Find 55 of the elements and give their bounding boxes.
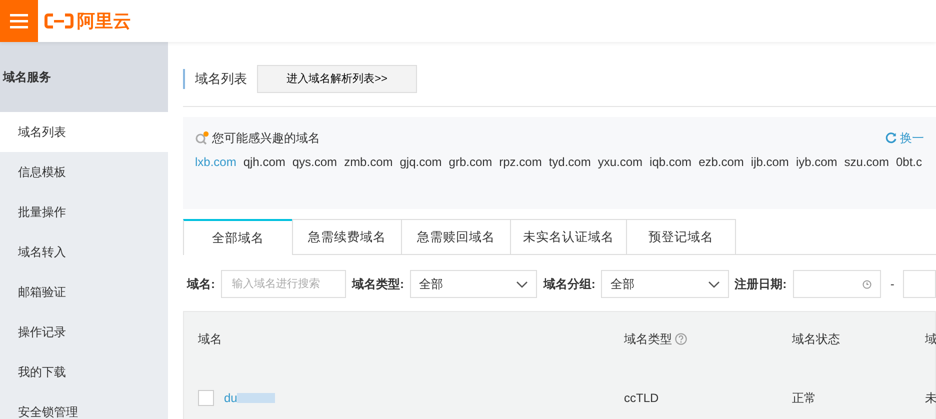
clock-icon — [862, 279, 872, 289]
sidebar-item[interactable]: 域名转入 — [0, 232, 168, 272]
sidebar-item[interactable]: 安全锁管理 — [0, 392, 168, 419]
filter-label: 注册日期: — [734, 276, 787, 293]
chevron-down-icon — [516, 280, 528, 288]
filter-label: 域名: — [187, 276, 215, 293]
date-field[interactable] — [792, 270, 882, 298]
date-separator: - — [890, 276, 894, 293]
blurred-text — [237, 393, 276, 403]
domain-link[interactable]: rpz.com — [499, 153, 542, 171]
chevron-down-icon — [708, 280, 720, 288]
domain-link[interactable]: iyb.com — [796, 153, 838, 171]
domain-link[interactable]: zmb.com — [344, 153, 393, 171]
menu-button[interactable] — [0, 0, 38, 42]
domain-link[interactable]: qjh.com — [243, 153, 286, 171]
sidebar-item[interactable]: 域名列表 — [0, 112, 168, 152]
table-cell-text: 正常 — [792, 390, 816, 407]
tab[interactable]: 全部域名 — [183, 219, 293, 255]
logo-icon — [44, 13, 74, 29]
domain-link[interactable]: szu.com — [844, 153, 889, 171]
refresh-icon — [885, 132, 897, 144]
domain-link[interactable]: qys.com — [292, 153, 338, 171]
menu-icon — [10, 13, 28, 29]
domain-link[interactable]: ezb.com — [698, 153, 744, 171]
logo-text: 阿里云 — [77, 10, 131, 32]
resolve-list-button[interactable]: 进入域名解析列表>> — [257, 65, 417, 93]
sidebar-item[interactable]: 信息模板 — [0, 152, 168, 192]
domain-search-field[interactable]: 输入域名进行搜索 — [221, 270, 346, 298]
domain-link[interactable]: yxu.com — [598, 153, 643, 171]
checkbox[interactable] — [198, 390, 214, 406]
select-field[interactable]: 全部 — [601, 270, 729, 298]
suggestion-title: 您可能感兴趣的域名 — [212, 130, 320, 147]
domain-link[interactable]: 0bt.c — [896, 153, 922, 171]
column-header: 域名 — [198, 331, 222, 348]
page-title: 域名列表 — [183, 69, 247, 89]
column-header: 域名类型 — [624, 331, 672, 348]
column-header: 域名状态 — [792, 331, 840, 348]
sidebar-item[interactable]: 操作记录 — [0, 312, 168, 352]
table-cell-text: ccTLD — [624, 390, 659, 407]
select-field[interactable]: 全部 — [410, 270, 538, 298]
sidebar-item[interactable]: 我的下载 — [0, 352, 168, 392]
search-icon — [195, 131, 209, 145]
domain-link[interactable]: gjq.com — [400, 153, 442, 171]
domain-link[interactable]: ijb.com — [750, 153, 789, 171]
sidebar-item[interactable]: 批量操作 — [0, 192, 168, 232]
date-field[interactable] — [903, 270, 936, 298]
filter-label: 域名分组: — [543, 276, 596, 293]
domain-link[interactable]: tyd.com — [548, 153, 591, 171]
filter-label: 域名类型: — [352, 276, 404, 293]
domain-link[interactable]: iqb.com — [650, 153, 692, 171]
domain-link[interactable]: grb.com — [448, 153, 492, 171]
sidebar-title: 域名服务 — [0, 42, 168, 112]
tab[interactable]: 预登记域名 — [626, 219, 736, 254]
sidebar-item[interactable]: 邮箱验证 — [0, 272, 168, 312]
help-icon — [675, 333, 687, 345]
